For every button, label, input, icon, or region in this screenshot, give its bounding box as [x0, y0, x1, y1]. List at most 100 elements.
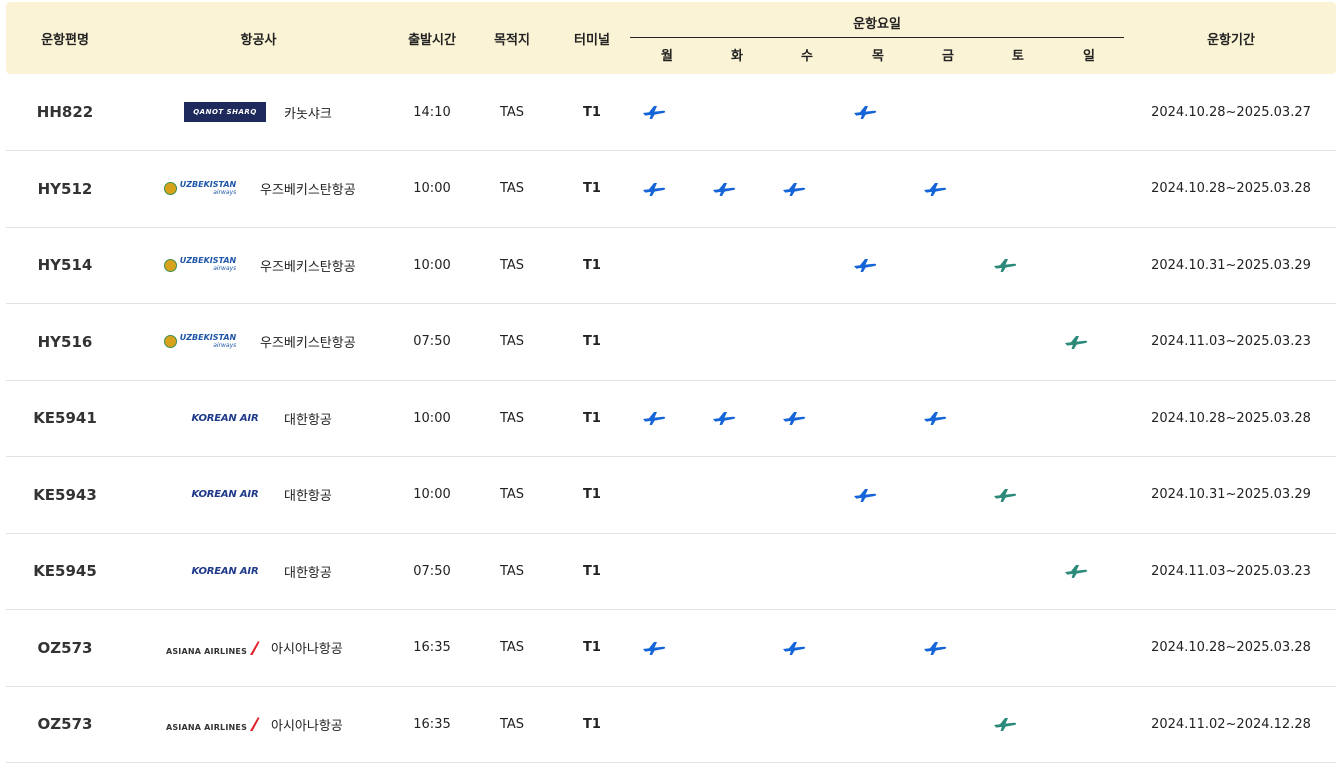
header-day-sun: 일 — [1083, 48, 1095, 64]
airline-name: 대한항공 — [284, 412, 332, 428]
flight-number: KE5943 — [33, 485, 97, 504]
departure-time: 10:00 — [413, 257, 451, 273]
terminal: T1 — [583, 410, 601, 426]
table-row: OZ573 ASIANA AIRLINES 아시아나항공 16:35 TAS T1 2024… — [6, 686, 1336, 763]
uzbekistan-emblem-icon — [163, 335, 177, 348]
operating-period: 2024.11.03~2025.03.23 — [1151, 563, 1311, 579]
destination: TAS — [499, 487, 525, 502]
airline-name: 카놋샤크 — [284, 106, 332, 122]
airline-name-cell: 카놋샤크 — [284, 74, 394, 150]
airline-name: 대한항공 — [284, 489, 332, 504]
operating-period: 2024.10.28~2025.03.28 — [1151, 181, 1311, 196]
destination: TAS — [499, 640, 525, 655]
table-row: HY514 UZBEKISTAN airways 우즈베키스탄항공 10:00 TAS T1… — [6, 227, 1336, 304]
operating-period: 2024.10.28~2025.03.28 — [1151, 640, 1311, 655]
plane-icon — [852, 485, 878, 505]
airline-logo-cell: UZBEKISTAN airways — [140, 227, 260, 303]
korean-air-logo: KOREAN AIR — [191, 489, 259, 500]
operating-period: 2024.11.03~2025.03.23 — [1151, 334, 1311, 349]
operating-period: 2024.10.28~2025.03.27 — [1151, 104, 1311, 120]
logo-text: ASIANA AIRLINES — [165, 723, 248, 732]
plane-icon — [781, 179, 807, 199]
airline-name-cell: 우즈베키스탄항공 — [260, 304, 370, 380]
uzbekistan-emblem-icon — [163, 258, 177, 272]
flight-number: OZ573 — [37, 638, 93, 657]
airline-name-cell: 아시아나항공 — [271, 610, 381, 686]
table-row: KE5945 KOREAN AIR 대한항공 07:50 TAS T1 2024.11.03… — [6, 533, 1336, 610]
logo-subtext: airways — [213, 265, 237, 272]
flight-number: HH822 — [36, 103, 94, 121]
logo-subtext: airways — [213, 341, 237, 349]
airline-logo-cell: ASIANA AIRLINES — [153, 686, 273, 762]
plane-icon — [852, 255, 878, 275]
header-airline: 항공사 — [240, 32, 277, 48]
flight-number: HY516 — [37, 332, 93, 351]
logo-text: UZBEKISTAN — [179, 332, 237, 342]
destination: TAS — [499, 410, 525, 426]
airline-name: 대한항공 — [284, 565, 332, 581]
airline-name: 우즈베키스탄항공 — [260, 259, 356, 275]
operating-period: 2024.10.28~2025.03.28 — [1151, 410, 1311, 426]
departure-time: 10:00 — [413, 181, 451, 196]
table-row: KE5943 KOREAN AIR 대한항공 10:00 TAS T1 2024.10.31… — [6, 457, 1336, 534]
logo-text: UZBEKISTAN — [179, 256, 237, 265]
operating-period: 2024.10.31~2025.03.29 — [1151, 487, 1311, 502]
header-day-sat: 토 — [1012, 48, 1024, 64]
terminal: T1 — [583, 563, 601, 579]
airline-name: 우즈베키스탄항공 — [260, 183, 356, 198]
table-row: OZ573 ASIANA AIRLINES 아시아나항공 16:35 TAS T1 2024… — [6, 610, 1336, 687]
airline-name: 우즈베키스탄항공 — [260, 336, 356, 351]
qanot-sharq-logo: QANOT SHARQ — [184, 102, 266, 122]
uzbekistan-emblem-icon — [163, 182, 177, 195]
flight-number: HY512 — [37, 179, 93, 198]
plane-icon — [781, 638, 807, 658]
airline-logo-cell: QANOT SHARQ — [165, 74, 285, 150]
airline-logo-cell: UZBEKISTAN airways — [140, 304, 260, 380]
flight-number: OZ573 — [37, 715, 93, 733]
logo-subtext: airways — [213, 188, 237, 196]
terminal: T1 — [583, 334, 601, 349]
departure-time: 07:50 — [413, 334, 451, 349]
plane-icon — [1063, 332, 1089, 352]
operating-period: 2024.11.02~2024.12.28 — [1151, 716, 1311, 732]
departure-time: 07:50 — [413, 563, 451, 579]
table-row: HH822 QANOT SHARQ 카놋샤크 14:10 TAS T1 2024.10.28… — [6, 74, 1336, 151]
uzbekistan-airways-logo: UZBEKISTAN airways — [163, 332, 237, 350]
uzbekistan-airways-logo: UZBEKISTAN airways — [163, 256, 237, 273]
plane-icon — [992, 714, 1018, 734]
departure-time: 10:00 — [413, 487, 451, 502]
airline-logo-cell: UZBEKISTAN airways — [140, 151, 260, 227]
plane-icon — [922, 408, 948, 428]
terminal: T1 — [583, 640, 601, 655]
plane-icon — [992, 485, 1018, 505]
destination: TAS — [499, 716, 525, 732]
plane-icon — [641, 102, 667, 122]
destination: TAS — [499, 563, 525, 579]
airline-logo-cell: KOREAN AIR — [165, 380, 285, 456]
table-row: KE5941 KOREAN AIR 대한항공 10:00 TAS T1 2024.10.28… — [6, 380, 1336, 457]
asiana-airlines-logo: ASIANA AIRLINES — [166, 640, 260, 656]
header-day-tue: 화 — [731, 48, 743, 64]
departure-time: 14:10 — [413, 104, 451, 120]
plane-icon — [711, 179, 737, 199]
table-row: HY516 UZBEKISTAN airways 우즈베키스탄항공 07:50 TAS T1… — [6, 304, 1336, 381]
terminal: T1 — [583, 716, 601, 732]
destination: TAS — [499, 181, 525, 196]
airline-name-cell: 대한항공 — [284, 457, 394, 533]
uzbekistan-airways-logo: UZBEKISTAN airways — [163, 180, 237, 197]
header-day-wed: 수 — [801, 48, 813, 64]
flight-number: KE5941 — [33, 409, 97, 427]
header-departure-time: 출발시간 — [408, 32, 456, 48]
airline-name-cell: 우즈베키스탄항공 — [260, 151, 370, 227]
korean-air-logo: KOREAN AIR — [191, 565, 259, 577]
plane-icon — [852, 102, 878, 122]
header-period: 운항기간 — [1207, 32, 1255, 48]
operating-period: 2024.10.31~2025.03.29 — [1151, 257, 1311, 273]
airline-name-cell: 아시아나항공 — [271, 686, 381, 762]
terminal: T1 — [583, 487, 601, 502]
header-days-title: 운항요일 — [853, 16, 901, 32]
plane-icon — [992, 255, 1018, 275]
header-day-thu: 목 — [872, 48, 884, 64]
header-terminal: 터미널 — [574, 32, 610, 48]
destination: TAS — [499, 257, 525, 273]
